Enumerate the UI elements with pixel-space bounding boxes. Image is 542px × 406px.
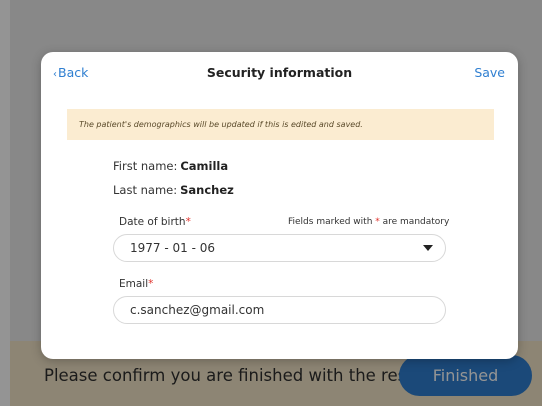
modal-title: Security information: [206, 65, 353, 80]
email-field[interactable]: c.sanchez@gmail.com: [113, 296, 446, 324]
dob-select[interactable]: 1977 - 01 - 06: [113, 234, 446, 262]
mandatory-note: Fields marked with * are mandatory: [288, 217, 450, 227]
email-value: c.sanchez@gmail.com: [130, 303, 265, 317]
demographics-notice: The patient's demographics will be updat…: [67, 109, 494, 140]
required-marker: *: [185, 216, 191, 228]
dob-value: 1977 - 01 - 06: [130, 241, 215, 255]
last-name-label: Last name:: [113, 183, 178, 197]
first-name-row: First name: Camilla: [113, 159, 228, 173]
security-information-modal: ‹Back Security information Save The pati…: [41, 52, 518, 359]
modal-header: ‹Back Security information Save: [41, 52, 518, 94]
last-name-row: Last name: Sanchez: [113, 183, 234, 197]
last-name-value: Sanchez: [180, 183, 234, 197]
first-name-value: Camilla: [180, 159, 229, 173]
email-label: Email*: [119, 278, 154, 290]
caret-down-icon: [423, 245, 433, 251]
first-name-label: First name:: [113, 159, 178, 173]
dob-label: Date of birth*: [119, 216, 191, 228]
save-button[interactable]: Save: [474, 65, 505, 80]
required-marker: *: [148, 278, 154, 290]
